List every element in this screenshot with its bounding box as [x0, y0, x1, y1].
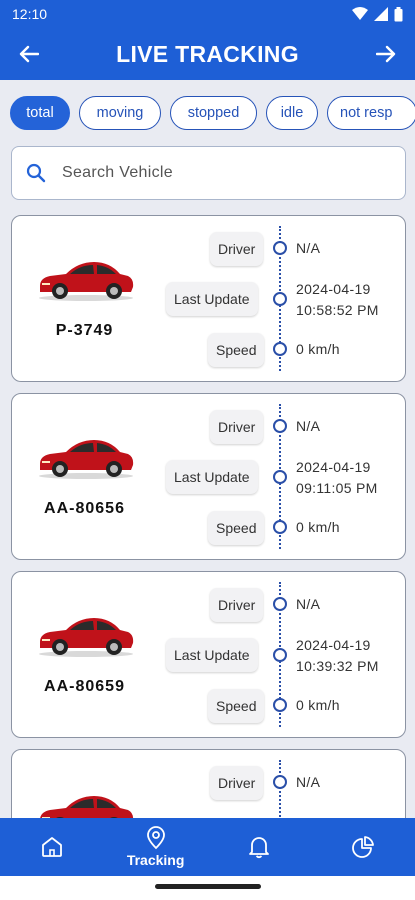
status-bar: 12:10	[0, 0, 415, 28]
nav-tracking[interactable]: Tracking	[116, 826, 196, 868]
timeline-line	[279, 760, 281, 818]
signal-icon	[374, 7, 388, 21]
wifi-icon	[352, 7, 368, 20]
speed-label: Speed	[208, 511, 265, 545]
last-update-label: Last Update	[166, 638, 258, 672]
driver-label: Driver	[210, 766, 264, 800]
driver-label: Driver	[210, 588, 264, 622]
car-image	[40, 796, 134, 818]
speed-value: 0 km/h	[296, 341, 340, 357]
home-icon	[41, 837, 62, 857]
vehicle-card[interactable]: P-3749 Driver N/A Last Update 2024-04-19…	[11, 215, 406, 382]
timeline-dot	[273, 470, 287, 484]
back-button[interactable]	[12, 37, 46, 71]
timeline-dot	[273, 292, 287, 306]
driver-value: N/A	[296, 596, 321, 612]
car-image	[39, 440, 134, 479]
vehicle-plate: P-3749	[55, 322, 114, 339]
driver-label: Driver	[210, 410, 264, 444]
timeline-dot	[273, 241, 287, 255]
last-update-time: 10:39:32 PM	[296, 658, 379, 674]
arrow-right-icon	[375, 45, 396, 63]
home-gesture-bar[interactable]	[155, 884, 261, 889]
last-update-date: 2024-04-19	[296, 459, 371, 475]
nav-home[interactable]	[12, 835, 92, 859]
last-update-date: 2024-04-19	[296, 281, 371, 297]
driver-value: N/A	[296, 418, 321, 434]
bottom-nav: Tracking	[0, 818, 415, 876]
search-box	[11, 146, 406, 200]
timeline-dot	[273, 597, 287, 611]
speed-value: 0 km/h	[296, 519, 340, 535]
vehicle-card[interactable]: Driver N/A	[11, 749, 406, 818]
driver-value: N/A	[296, 240, 321, 256]
speed-label: Speed	[208, 689, 265, 723]
last-update-label: Last Update	[166, 282, 258, 316]
driver-value: N/A	[296, 774, 321, 790]
page-title: LIVE TRACKING	[116, 40, 299, 67]
filter-chip-moving[interactable]: moving	[79, 96, 161, 130]
forward-button[interactable]	[369, 37, 403, 71]
timeline-dot	[273, 419, 287, 433]
filter-chip-total[interactable]: total	[10, 96, 70, 130]
filter-chip-idle[interactable]: idle	[266, 96, 318, 130]
nav-notifications[interactable]	[219, 835, 299, 859]
car-image	[39, 262, 134, 301]
driver-label: Driver	[210, 232, 264, 266]
vehicle-card[interactable]: AA-80659 Driver N/A Last Update 2024-04-…	[11, 571, 406, 738]
pie-chart-icon	[352, 836, 375, 858]
timeline-dot	[273, 520, 287, 534]
battery-icon	[394, 6, 403, 21]
status-time: 12:10	[12, 6, 48, 22]
app-bar: LIVE TRACKING	[0, 28, 415, 80]
bell-icon	[249, 837, 270, 859]
nav-tracking-label: Tracking	[126, 852, 185, 868]
speed-label: Speed	[208, 333, 265, 367]
timeline-dot	[273, 648, 287, 662]
arrow-left-icon	[19, 45, 39, 63]
car-image	[39, 618, 134, 657]
filter-chips: total moving stopped idle not resp	[10, 96, 415, 130]
status-icons	[352, 6, 403, 22]
filter-chip-not-responding[interactable]: not resp	[327, 96, 415, 130]
filter-chip-stopped[interactable]: stopped	[170, 96, 257, 130]
nav-reports[interactable]	[323, 835, 403, 859]
vehicle-plate: AA-80659	[44, 678, 125, 695]
last-update-label: Last Update	[166, 460, 258, 494]
timeline-dot	[273, 342, 287, 356]
timeline-dot	[273, 775, 287, 789]
speed-value: 0 km/h	[296, 697, 340, 713]
last-update-time: 09:11:05 PM	[296, 480, 378, 496]
last-update-time: 10:58:52 PM	[296, 302, 379, 318]
vehicle-list: P-3749 Driver N/A Last Update 2024-04-19…	[11, 215, 406, 818]
timeline-dot	[273, 698, 287, 712]
vehicle-plate: AA-80656	[44, 500, 125, 517]
location-pin-icon	[146, 826, 165, 850]
search-icon	[26, 163, 46, 183]
search-input[interactable]	[62, 164, 382, 182]
last-update-date: 2024-04-19	[296, 637, 371, 653]
vehicle-card[interactable]: AA-80656 Driver N/A Last Update 2024-04-…	[11, 393, 406, 560]
